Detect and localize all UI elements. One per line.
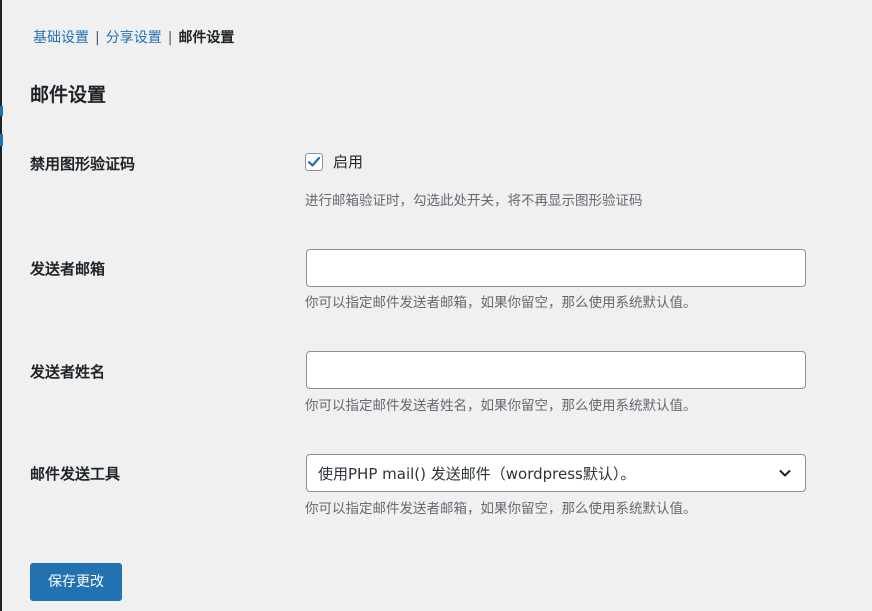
subnav-separator: | [95, 30, 100, 46]
disable-captcha-description: 进行邮箱验证时，勾选此处开关，将不再显示图形验证码 [305, 193, 643, 209]
subnav-link-share[interactable]: 分享设置 [106, 30, 162, 46]
disable-captcha-option[interactable]: 启用 [305, 152, 363, 172]
mail-tool-description: 你可以指定邮件发送者邮箱，如果你留空，那么使用系统默认值。 [305, 501, 697, 517]
settings-subnav: 基础设置 | 分享设置 | 邮件设置 [33, 28, 234, 48]
sender-name-input[interactable] [306, 351, 806, 389]
sender-name-description: 你可以指定邮件发送者姓名，如果你留空，那么使用系统默认值。 [305, 398, 697, 414]
mail-tool-label: 邮件发送工具 [30, 465, 121, 483]
checkmark-icon [307, 156, 321, 167]
admin-sidebar-accent [0, 134, 3, 146]
sender-email-description: 你可以指定邮件发送者邮箱，如果你留空，那么使用系统默认值。 [305, 295, 697, 311]
sender-email-input[interactable] [306, 249, 806, 287]
sender-email-label: 发送者邮箱 [30, 260, 106, 278]
subnav-current-mail: 邮件设置 [178, 30, 235, 46]
sender-name-label: 发送者姓名 [30, 363, 106, 381]
subnav-separator: | [167, 30, 173, 46]
admin-sidebar-edge [0, 0, 2, 611]
mail-tool-selected-value: 使用PHP mail() 发送邮件（wordpress默认）。 [318, 464, 636, 483]
page-title: 邮件设置 [30, 84, 107, 106]
disable-captcha-checkbox-label: 启用 [333, 153, 364, 171]
chevron-down-icon [777, 465, 793, 481]
save-changes-button[interactable]: 保存更改 [30, 563, 122, 601]
mail-tool-select[interactable]: 使用PHP mail() 发送邮件（wordpress默认）。 [306, 454, 806, 492]
subnav-link-basic[interactable]: 基础设置 [33, 30, 89, 46]
settings-page: 基础设置 | 分享设置 | 邮件设置 邮件设置 禁用图形验证码 启用 进行邮箱验证时，勾… [0, 0, 872, 611]
admin-sidebar-accent [0, 106, 3, 116]
disable-captcha-checkbox[interactable] [305, 153, 323, 171]
disable-captcha-label: 禁用图形验证码 [30, 155, 136, 173]
